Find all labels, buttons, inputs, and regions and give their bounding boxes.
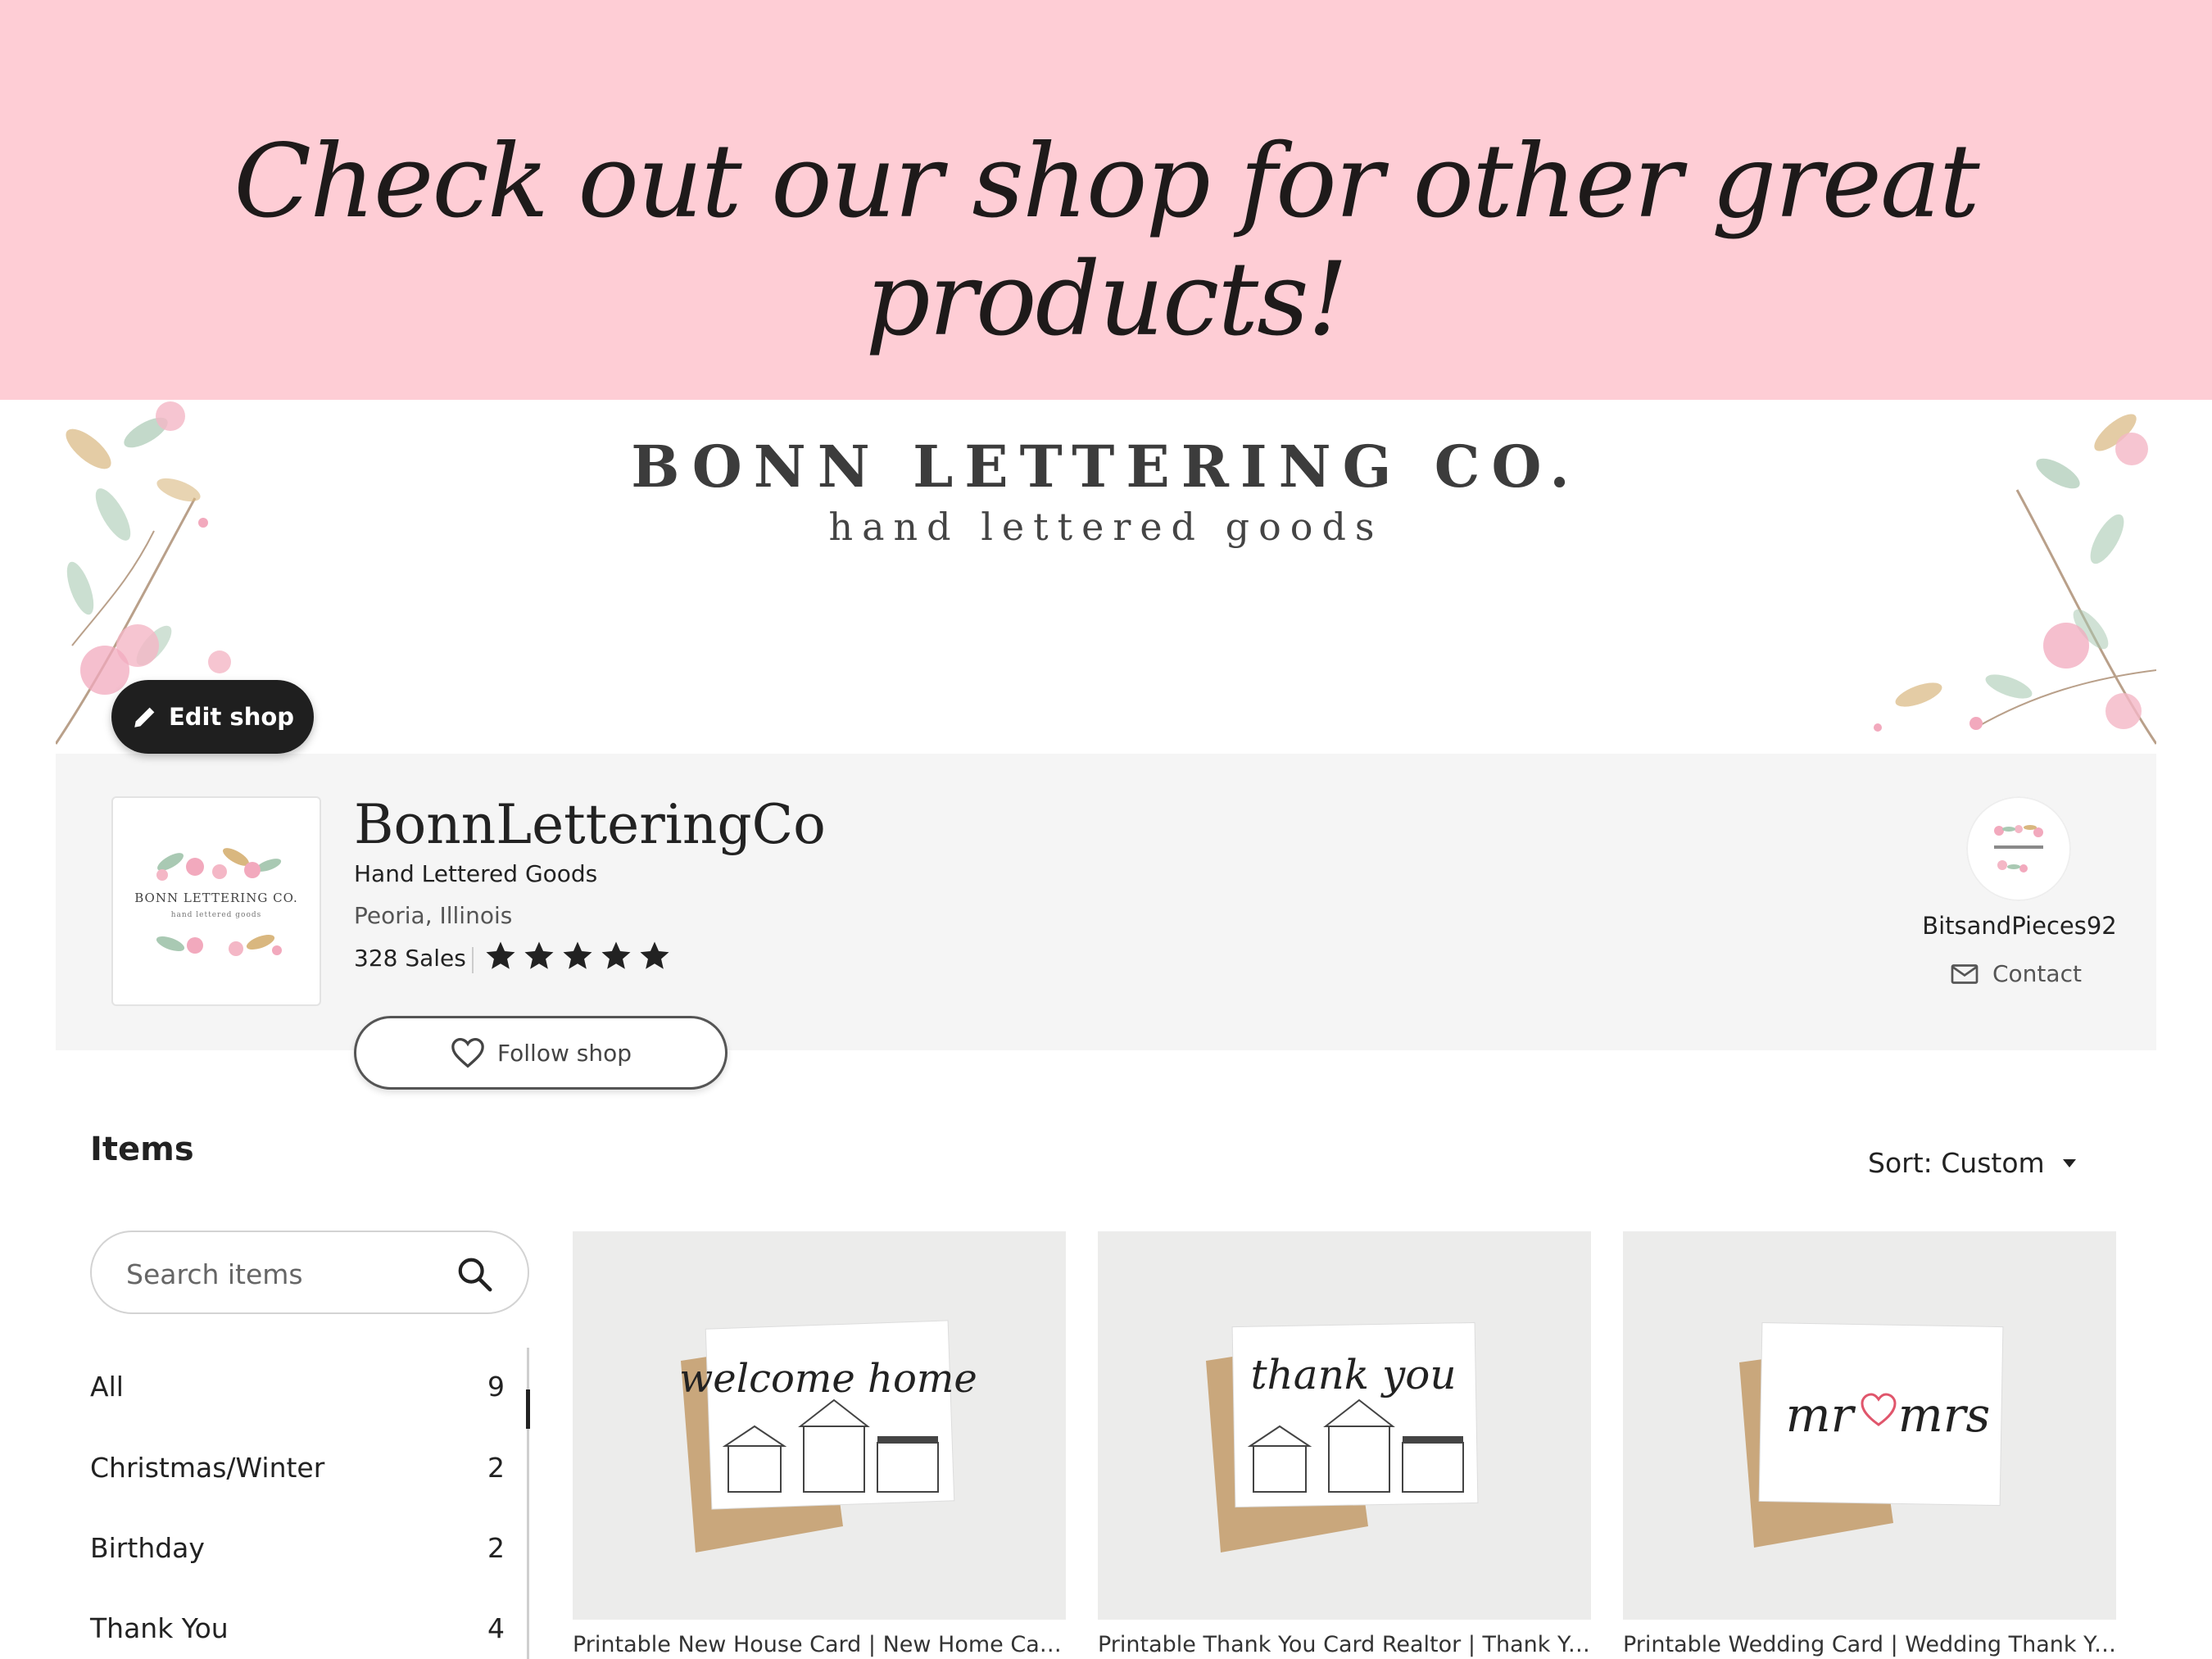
shop-sales-count[interactable]: 328 Sales: [354, 945, 466, 972]
sort-dropdown[interactable]: Sort: Custom: [1868, 1147, 2078, 1179]
search-input[interactable]: [125, 1255, 439, 1293]
category-label: Christmas/Winter: [90, 1451, 325, 1484]
card-lettering: mrs: [1898, 1387, 1991, 1443]
listing-title[interactable]: Printable Thank You Card Realtor | Thank…: [1098, 1632, 1591, 1657]
edit-shop-button[interactable]: Edit shop: [111, 680, 314, 754]
edit-shop-label: Edit shop: [168, 703, 295, 731]
logo-subtitle: hand lettered goods: [170, 911, 262, 919]
contact-label: Contact: [1992, 960, 2082, 987]
category-count: 9: [487, 1370, 505, 1403]
listing-title[interactable]: Printable Wedding Card | Wedding Thank Y…: [1623, 1632, 2116, 1657]
sales-divider: [472, 947, 474, 973]
category-count: 2: [487, 1451, 505, 1484]
star-icon: [601, 941, 631, 969]
logo-title: BONN LETTERING CO.: [134, 891, 298, 905]
category-item-all[interactable]: All 9: [90, 1366, 505, 1407]
category-active-indicator: [526, 1389, 530, 1429]
caret-down-icon: [2062, 1158, 2076, 1167]
shop-cover-banner: BONN LETTERING CO. hand lettered goods: [56, 400, 2156, 754]
star-icon: [524, 941, 554, 969]
shop-name: BonnLetteringCo: [354, 793, 826, 856]
category-item-thank-you[interactable]: Thank You 4: [90, 1607, 505, 1648]
listing-image[interactable]: mr mrs: [1623, 1231, 2116, 1620]
listing-image[interactable]: thank you: [1098, 1231, 1591, 1620]
search-icon[interactable]: [456, 1255, 493, 1293]
category-count: 4: [487, 1611, 505, 1644]
card-lettering: thank you: [1250, 1351, 1456, 1398]
shop-logo: BONN LETTERING CO. hand lettered goods: [111, 796, 321, 1006]
search-box: [90, 1231, 529, 1314]
card-lettering: welcome home: [679, 1356, 977, 1402]
card-mockup: welcome home: [679, 1320, 977, 1552]
listing-title[interactable]: Printable New House Card | New Home Card…: [573, 1632, 1066, 1657]
listing-image[interactable]: welcome home: [573, 1231, 1066, 1620]
contact-button[interactable]: Contact: [1950, 960, 2082, 987]
card-mockup: mr mrs: [1739, 1321, 2004, 1548]
shop-location: Peoria, Illinois: [354, 902, 513, 929]
sort-label: Sort: Custom: [1868, 1147, 2045, 1179]
promo-headline: Check out our shop for other great produ…: [233, 123, 1980, 359]
category-item-birthday[interactable]: Birthday 2: [90, 1527, 505, 1568]
owner-avatar[interactable]: [1966, 796, 2071, 901]
follow-shop-button[interactable]: Follow shop: [354, 1016, 728, 1090]
follow-shop-label: Follow shop: [497, 1039, 632, 1067]
cover-title: BONN LETTERING CO.: [631, 433, 1581, 501]
category-label: Thank You: [90, 1611, 229, 1644]
pencil-icon: [134, 707, 155, 728]
star-rating[interactable]: [483, 939, 672, 973]
shop-tagline: Hand Lettered Goods: [354, 860, 598, 887]
avatar-floral-icon: [1966, 796, 2071, 901]
category-label: All: [90, 1370, 124, 1403]
star-icon: [640, 941, 669, 969]
category-label: Birthday: [90, 1531, 205, 1564]
card-mockup: thank you: [1206, 1321, 1479, 1552]
heart-icon: [451, 1037, 484, 1068]
category-item-christmas-winter[interactable]: Christmas/Winter 2: [90, 1447, 505, 1488]
category-count: 2: [487, 1531, 505, 1564]
star-icon: [563, 941, 592, 969]
owner-name[interactable]: BitsandPieces92: [1884, 912, 2155, 940]
card-lettering: mr: [1786, 1387, 1856, 1443]
envelope-icon: [1951, 963, 1979, 984]
promo-banner: Check out our shop for other great produ…: [0, 0, 2212, 400]
star-icon: [486, 941, 515, 969]
items-heading: Items: [90, 1131, 194, 1168]
cover-subtitle: hand lettered goods: [828, 505, 1384, 549]
